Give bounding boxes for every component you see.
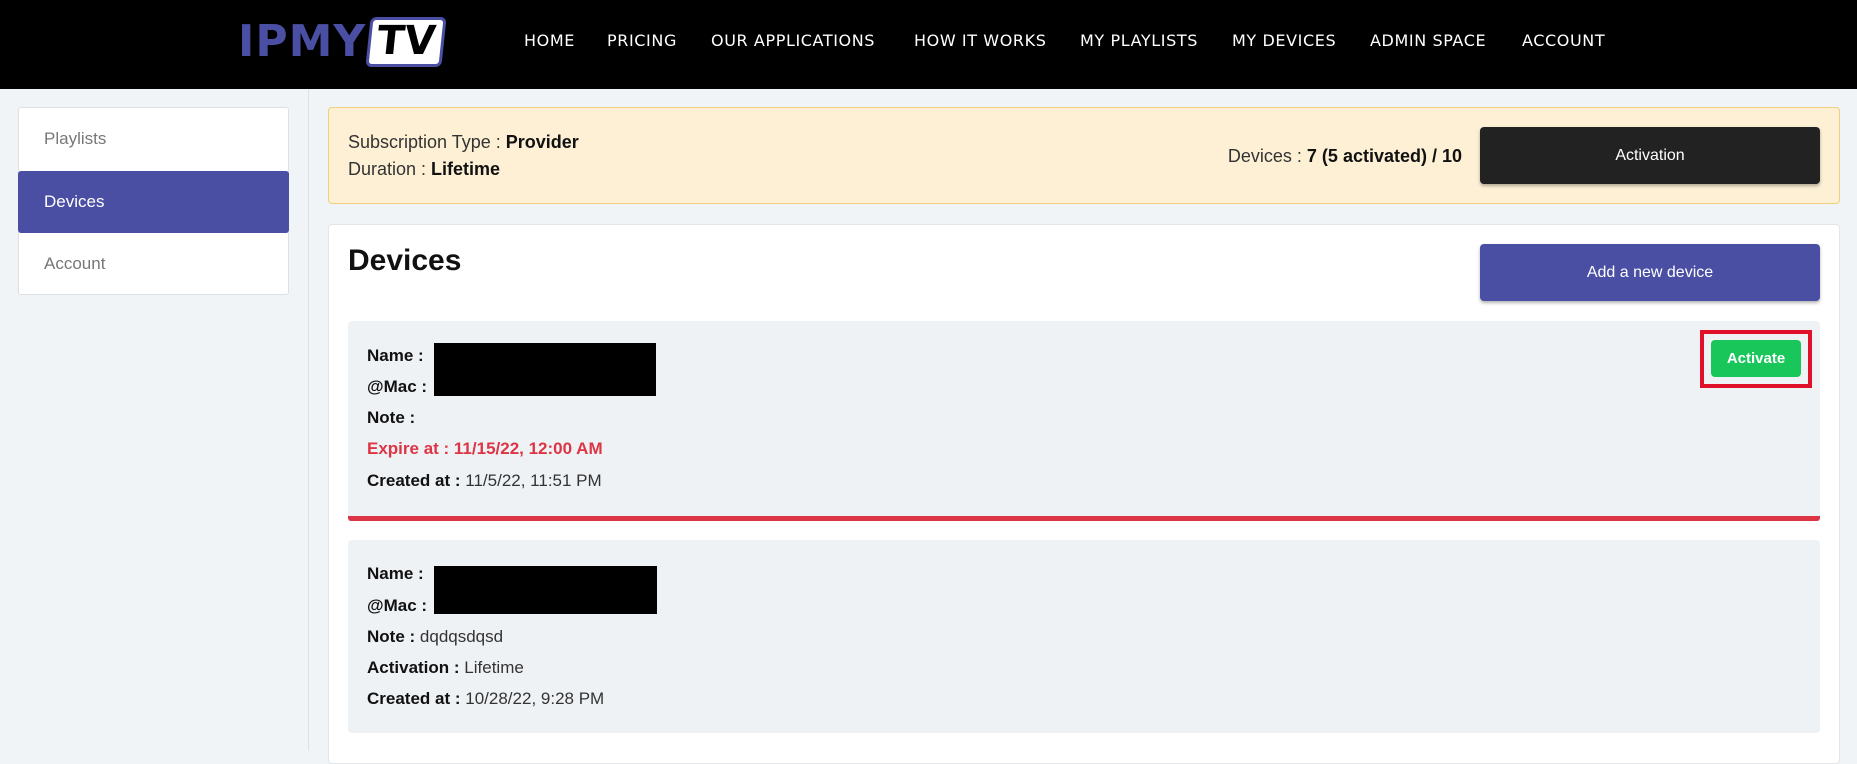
devices-count: Devices : 7 (5 activated) / 10 bbox=[1228, 146, 1462, 167]
site-logo[interactable]: IPMY TV bbox=[238, 16, 448, 67]
device-created: Created at : 11/5/22, 11:51 PM bbox=[367, 471, 602, 491]
device-mac-label: @Mac : bbox=[367, 596, 428, 615]
sidebar-item-devices[interactable]: Devices bbox=[18, 171, 289, 233]
device-card: Name : @Mac : Note : Expire at : 11/15/2… bbox=[348, 321, 1820, 521]
device-note-label: Note : bbox=[367, 408, 416, 427]
subscription-duration-label: Duration : bbox=[348, 159, 432, 179]
redacted-block bbox=[434, 343, 656, 396]
subscription-duration: Duration : Lifetime bbox=[348, 159, 500, 180]
device-activation: Activation : Lifetime bbox=[367, 658, 524, 678]
device-created-label: Created at : bbox=[367, 471, 461, 490]
nav-account[interactable]: ACCOUNT bbox=[1522, 31, 1605, 50]
device-mac-label: @Mac : bbox=[367, 377, 428, 396]
device-created-label: Created at : bbox=[367, 689, 461, 708]
activate-button[interactable]: Activate bbox=[1711, 340, 1801, 377]
redacted-block bbox=[434, 566, 657, 614]
device-name: Name : bbox=[367, 346, 424, 366]
nav-my-playlists[interactable]: MY PLAYLISTS bbox=[1080, 31, 1198, 50]
device-note: Note : bbox=[367, 408, 415, 428]
device-card: Name : @Mac : Note : dqdqsdqsd Activatio… bbox=[348, 540, 1820, 733]
logo-text-ipmy: IPMY bbox=[238, 16, 367, 67]
top-navbar: IPMY TV HOME PRICING OUR APPLICATIONS HO… bbox=[0, 0, 1857, 89]
subscription-type-value: Provider bbox=[505, 132, 579, 152]
subscription-type-label: Subscription Type : bbox=[348, 132, 506, 152]
subscription-duration-value: Lifetime bbox=[431, 159, 501, 179]
logo-text-tv: TV bbox=[365, 17, 448, 67]
device-note: Note : dqdqsdqsd bbox=[367, 627, 503, 647]
nav-how-it-works[interactable]: HOW IT WORKS bbox=[914, 31, 1047, 50]
sidebar-item-account[interactable]: Account bbox=[18, 233, 289, 295]
nav-pricing[interactable]: PRICING bbox=[607, 31, 677, 50]
device-name-label: Name : bbox=[367, 346, 424, 365]
nav-my-devices[interactable]: MY DEVICES bbox=[1232, 31, 1336, 50]
device-created: Created at : 10/28/22, 9:28 PM bbox=[367, 689, 604, 709]
nav-admin-space[interactable]: ADMIN SPACE bbox=[1370, 31, 1486, 50]
nav-our-applications[interactable]: OUR APPLICATIONS bbox=[711, 31, 875, 50]
device-note-value: dqdqsdqsd bbox=[419, 627, 504, 646]
device-name: Name : bbox=[367, 564, 424, 584]
nav-home[interactable]: HOME bbox=[524, 31, 575, 50]
device-activation-value: Lifetime bbox=[464, 658, 524, 677]
device-created-value: 10/28/22, 9:28 PM bbox=[465, 689, 605, 708]
device-activation-label: Activation : bbox=[367, 658, 460, 677]
device-note-label: Note : bbox=[367, 627, 416, 646]
device-mac: @Mac : bbox=[367, 377, 427, 397]
device-mac: @Mac : bbox=[367, 596, 427, 616]
device-name-label: Name : bbox=[367, 564, 424, 583]
device-created-value: 11/5/22, 11:51 PM bbox=[465, 471, 602, 490]
sidebar-item-playlists[interactable]: Playlists bbox=[18, 108, 289, 170]
device-expire: Expire at : 11/15/22, 12:00 AM bbox=[367, 439, 603, 458]
activation-button[interactable]: Activation bbox=[1480, 127, 1820, 184]
devices-count-label: Devices : bbox=[1227, 146, 1307, 166]
page-title: Devices bbox=[348, 244, 462, 277]
subscription-type: Subscription Type : Provider bbox=[348, 132, 579, 153]
devices-count-value: 7 (5 activated) / 10 bbox=[1306, 146, 1462, 166]
add-device-button[interactable]: Add a new device bbox=[1480, 244, 1820, 301]
